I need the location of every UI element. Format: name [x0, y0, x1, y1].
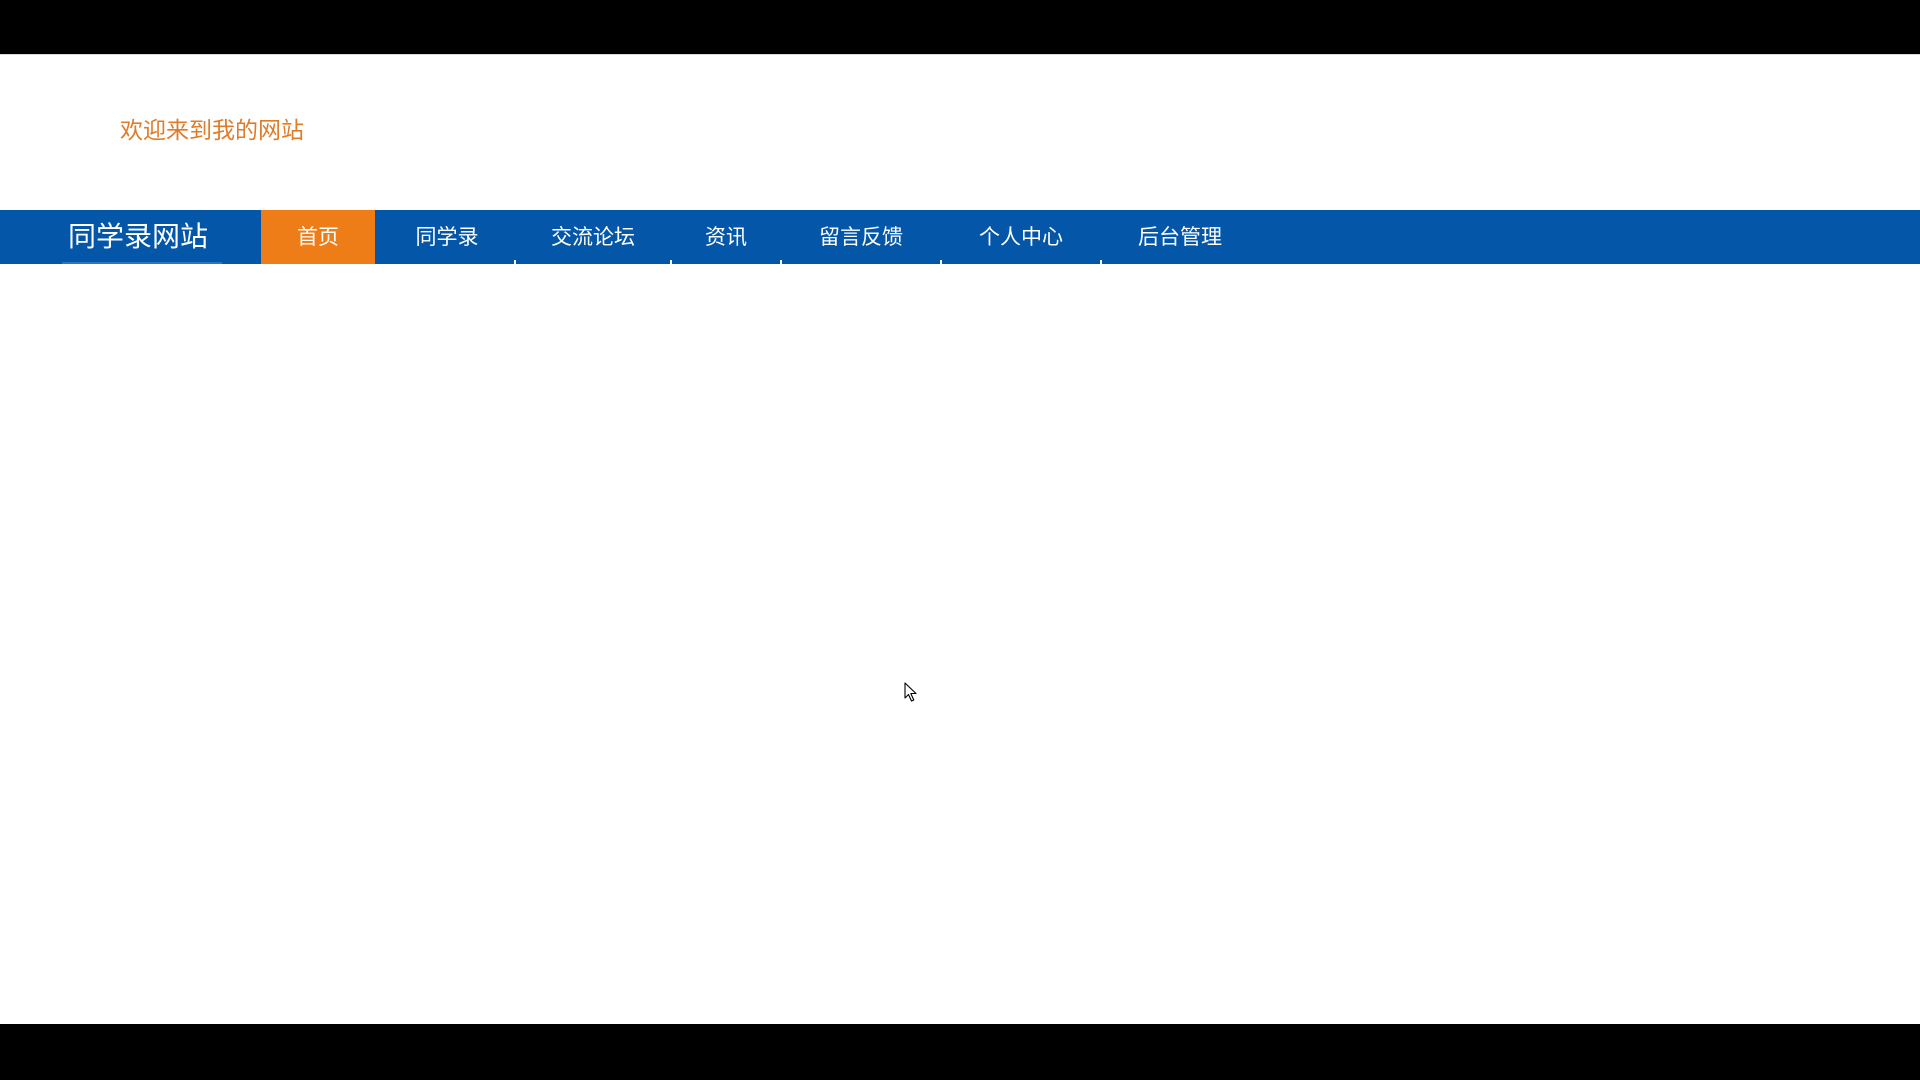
- nav-item-label: 首页: [297, 225, 339, 249]
- nav-item-underline: [786, 264, 936, 266]
- nav-item-label: 留言反馈: [819, 225, 903, 249]
- nav-item-underline: [384, 264, 510, 266]
- nav-item-underline: [520, 264, 666, 266]
- nav-item-classmates[interactable]: 同学录: [380, 210, 514, 266]
- brand-underline: [62, 262, 222, 264]
- nav-item-underline: [946, 264, 1096, 266]
- nav-item-underline: [676, 264, 776, 266]
- browser-viewport: 欢迎来到我的网站 同学录网站 首页 同学录 交流论坛 资讯 留言反馈 个人中心 …: [0, 54, 1920, 1024]
- bottom-letterbox: [0, 1024, 1920, 1080]
- nav-item-underline: [1106, 264, 1254, 266]
- nav-item-feedback[interactable]: 留言反馈: [782, 210, 940, 266]
- nav-item-admin[interactable]: 后台管理: [1102, 210, 1258, 266]
- site-brand[interactable]: 同学录网站: [68, 210, 208, 264]
- mouse-pointer-icon: [904, 682, 917, 702]
- main-navbar: 同学录网站 首页 同学录 交流论坛 资讯 留言反馈 个人中心 后台管理: [0, 210, 1920, 266]
- nav-item-home[interactable]: 首页: [261, 210, 375, 264]
- nav-item-label: 资讯: [705, 225, 747, 249]
- nav-item-label: 个人中心: [979, 225, 1063, 249]
- top-letterbox: [0, 0, 1920, 54]
- nav-item-label: 后台管理: [1138, 225, 1222, 249]
- nav-item-forum[interactable]: 交流论坛: [516, 210, 670, 266]
- screen: 欢迎来到我的网站 同学录网站 首页 同学录 交流论坛 资讯 留言反馈 个人中心 …: [0, 0, 1920, 1080]
- nav-item-news[interactable]: 资讯: [672, 210, 780, 266]
- welcome-text: 欢迎来到我的网站: [120, 118, 304, 144]
- nav-item-label: 同学录: [415, 225, 479, 249]
- nav-item-profile[interactable]: 个人中心: [942, 210, 1100, 266]
- nav-item-label: 交流论坛: [551, 225, 635, 249]
